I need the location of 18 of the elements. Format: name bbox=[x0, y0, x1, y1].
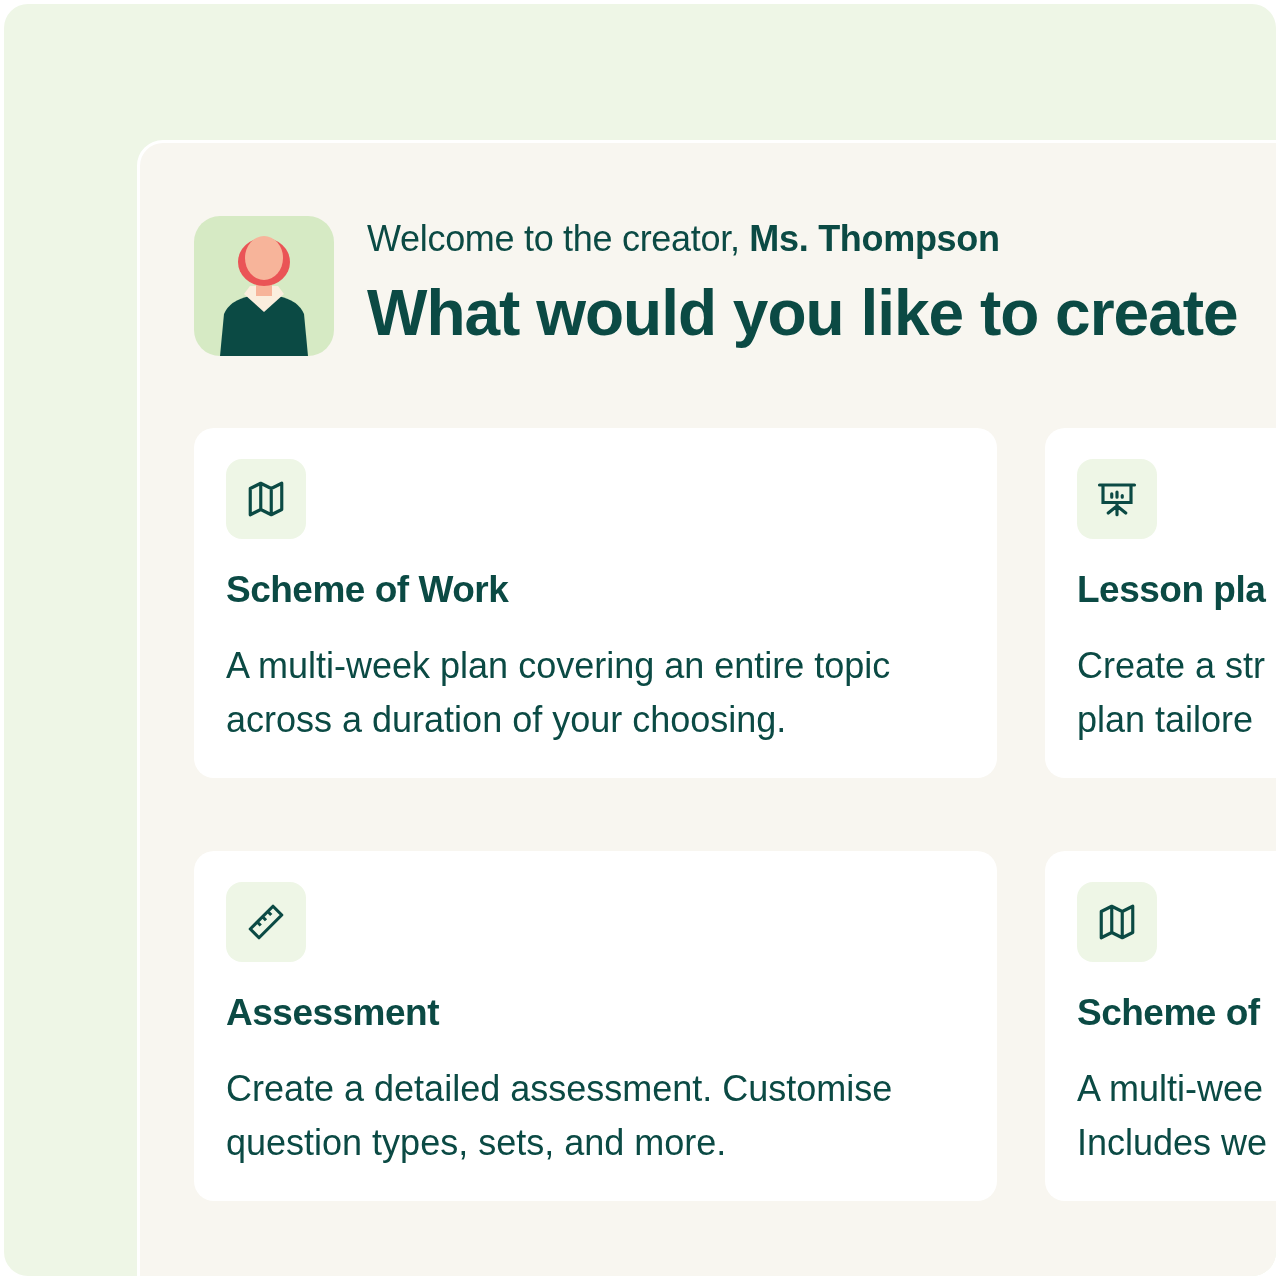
card-description: A multi-week plan covering an entire topic bbox=[226, 644, 892, 688]
card-title: Lesson pla bbox=[1077, 569, 1267, 611]
card-description: Includes we bbox=[1077, 1121, 1269, 1165]
option-card[interactable]: Assessment Create a detailed assessment. Customise question types, sets, and more. bbox=[194, 851, 997, 1201]
card-description: A multi-wee bbox=[1077, 1067, 1265, 1111]
card-title: Scheme of bbox=[1077, 992, 1261, 1034]
welcome-text: Welcome to the creator, Ms. Thompson bbox=[367, 218, 1001, 260]
card-description: plan tailore bbox=[1077, 698, 1255, 742]
option-card[interactable]: Scheme of Work A multi-week plan covering an entire topic across a duration of your choosing. bbox=[194, 428, 997, 778]
card-description: question types, sets, and more. bbox=[226, 1121, 728, 1165]
card-title: Scheme of Work bbox=[226, 569, 510, 611]
option-card[interactable]: Scheme of A multi-wee Includes we bbox=[1045, 851, 1276, 1201]
card-description: across a duration of your choosing. bbox=[226, 698, 788, 742]
option-card[interactable]: Lesson pla Create a str plan tailore bbox=[1045, 428, 1276, 778]
card-description: Create a detailed assessment. Customise bbox=[226, 1067, 894, 1111]
page-heading: What would you like to create bbox=[367, 278, 1238, 349]
card-title: Assessment bbox=[226, 992, 440, 1034]
card-description: Create a str bbox=[1077, 644, 1267, 688]
